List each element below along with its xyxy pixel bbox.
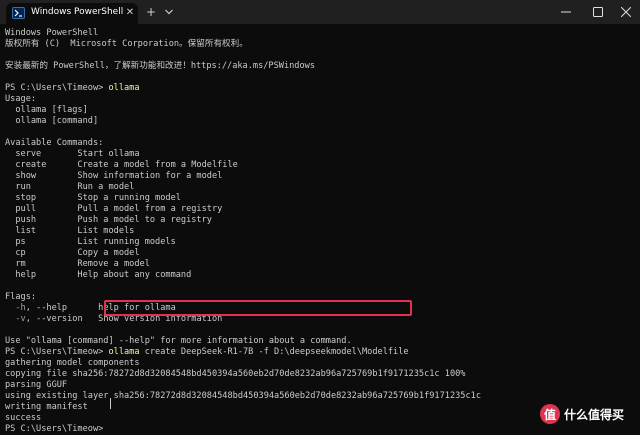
output-line: Windows PowerShell — [5, 28, 98, 39]
line-text: 版权所有 (C) Microsoft Corporation。保留所有权利。 — [5, 39, 248, 49]
output-line: copying file sha256:78272d8d32084548bd45… — [5, 369, 465, 380]
line-text: Windows PowerShell — [5, 28, 99, 38]
command-args: create DeepSeek-R1-7B -f D:\deepseekmode… — [139, 347, 409, 357]
line-text: push Push a model to a registry — [5, 215, 212, 225]
output-line: ollama [command] — [5, 116, 98, 127]
output-line: success — [5, 413, 41, 424]
line-text: pull Pull a model from a registry — [5, 204, 223, 214]
line-text: copying file sha256:78272d8d32084548bd45… — [5, 369, 466, 379]
line-text: Usage: — [5, 94, 37, 104]
line-text: help Help about any command — [5, 270, 192, 280]
line-text: parsing GGUF — [5, 380, 68, 390]
prompt-line: PS C:\Users\Timeow> ollama create DeepSe… — [5, 347, 409, 358]
line-text: Flags: — [5, 292, 37, 302]
line-text: list List models — [5, 226, 135, 236]
output-line: run Run a model — [5, 182, 134, 193]
line-text: ollama [flags] — [5, 105, 88, 115]
flag-text: -h — [15, 303, 26, 313]
output-line: parsing GGUF — [5, 380, 67, 391]
line-text: using existing layer sha256:78272d8d3208… — [5, 391, 481, 401]
maximize-icon[interactable] — [584, 0, 612, 24]
prompt-text: PS C:\Users\Timeow> — [5, 347, 109, 357]
output-line: serve Start ollama — [5, 149, 140, 160]
close-icon[interactable] — [612, 0, 640, 24]
output-line: show Show information for a model — [5, 171, 222, 182]
line-text: ollama [command] — [5, 116, 99, 126]
output-line: create Create a model from a Modelfile — [5, 160, 238, 171]
output-line: cp Copy a model — [5, 248, 140, 259]
line-text: show Show information for a model — [5, 171, 223, 181]
title-bar: Windows PowerShell ✕ + — [0, 0, 640, 24]
output-line: help Help about any command — [5, 270, 191, 281]
output-line: pull Pull a model from a registry — [5, 204, 222, 215]
output-line: gathering model components — [5, 358, 140, 369]
output-line: writing manifest — [5, 402, 88, 413]
line-text: rm Remove a model — [5, 259, 150, 269]
watermark: 值 什么值得买 — [540, 402, 624, 426]
minimize-icon[interactable] — [552, 0, 580, 24]
output-line: Flags: — [5, 292, 36, 303]
line-text: cp Copy a model — [5, 248, 140, 258]
command-text: ollama — [108, 83, 140, 93]
output-line: Available Commands: — [5, 138, 103, 149]
line-text: create Create a model from a Modelfile — [5, 160, 238, 170]
watermark-logo: 值 — [540, 404, 560, 424]
highlighted-command-box — [104, 300, 412, 316]
output-line: list List models — [5, 226, 134, 237]
chevron-down-icon[interactable] — [162, 4, 176, 20]
line-text: Available Commands: — [5, 138, 104, 148]
line-text: Use "ollama [command] --help" for more i… — [5, 336, 352, 346]
output-line: Usage: — [5, 94, 36, 105]
line-text: run Run a model — [5, 182, 135, 192]
output-line: push Push a model to a registry — [5, 215, 212, 226]
output-line: ollama [flags] — [5, 105, 88, 116]
watermark-text: 什么值得买 — [564, 407, 625, 422]
new-tab-button[interactable]: + — [144, 4, 158, 20]
output-line: 版权所有 (C) Microsoft Corporation。保留所有权利。 — [5, 39, 248, 50]
flag-text: -v — [15, 314, 26, 324]
line-text: success — [5, 413, 42, 423]
line-text: gathering model components — [5, 358, 140, 368]
close-tab-button[interactable]: ✕ — [124, 6, 136, 20]
tab-windows-powershell[interactable]: Windows PowerShell ✕ — [6, 3, 138, 24]
text-cursor — [110, 398, 111, 409]
line-text: serve Start ollama — [5, 149, 140, 159]
prompt-text: PS C:\Users\Timeow> — [5, 83, 109, 93]
command-text: ollama — [108, 347, 140, 357]
line-text: 安装最新的 PowerShell，了解新功能和改进！https://aka.ms… — [5, 61, 315, 71]
line-text: ps List running models — [5, 237, 176, 247]
prompt-text: PS C:\Users\Timeow> — [5, 424, 109, 434]
line-text: stop Stop a running model — [5, 193, 181, 203]
output-line: stop Stop a running model — [5, 193, 181, 204]
line-text: writing manifest — [5, 402, 88, 412]
powershell-icon — [12, 7, 25, 19]
output-line: rm Remove a model — [5, 259, 150, 270]
output-line: using existing layer sha256:78272d8d3208… — [5, 391, 481, 402]
output-line: Use "ollama [command] --help" for more i… — [5, 336, 352, 347]
prompt-line: PS C:\Users\Timeow> ollama — [5, 83, 140, 94]
terminal-output[interactable]: Windows PowerShell 版权所有 (C) Microsoft Cor… — [0, 24, 640, 435]
output-line: ps List running models — [5, 237, 176, 248]
prompt-line: PS C:\Users\Timeow> — [5, 424, 108, 435]
output-line: 安装最新的 PowerShell，了解新功能和改进！https://aka.ms… — [5, 61, 315, 72]
tab-title: Windows PowerShell — [31, 7, 124, 17]
